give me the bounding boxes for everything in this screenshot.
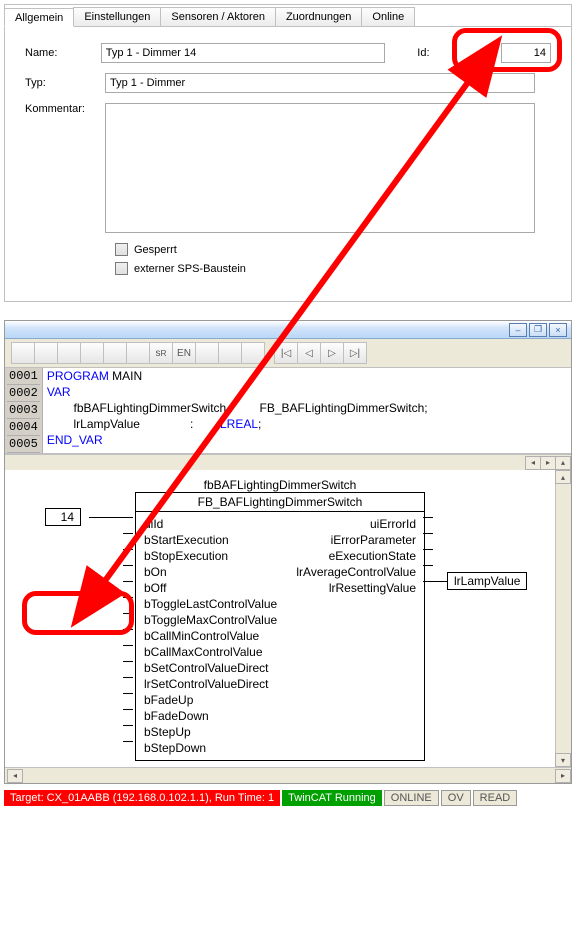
typ-label: Typ: — [25, 77, 105, 89]
decl-scrollbar[interactable]: ◂▸▴ — [5, 454, 571, 470]
diagram-vscroll[interactable]: ▴▾ — [555, 470, 571, 767]
pin-bOff: bOff — [142, 580, 168, 596]
fb-left-pins: uiId bStartExecution bStopExecution bOn … — [136, 516, 279, 756]
fb-diagram[interactable]: fbBAFLightingDimmerSwitch FB_BAFLighting… — [5, 470, 555, 767]
status-online: ONLINE — [384, 790, 439, 806]
tb-btn-2[interactable] — [34, 342, 58, 364]
tab-strip: Allgemein Einstellungen Sensoren / Aktor… — [5, 5, 571, 27]
name-field[interactable] — [101, 43, 386, 63]
tab-online[interactable]: Online — [361, 7, 415, 26]
ide-titlebar: – ❐ × — [5, 321, 571, 339]
status-ov: OV — [441, 790, 471, 806]
fb-type-name: FB_BAFLightingDimmerSwitch — [136, 493, 424, 512]
pin-iErrorParameter: iErrorParameter — [329, 532, 418, 548]
fb-instance-name: fbBAFLightingDimmerSwitch — [13, 478, 547, 492]
tb-btn-last[interactable]: ▷| — [343, 342, 367, 364]
status-bar: Target: CX_01AABB (192.168.0.102.1.1), R… — [4, 790, 572, 806]
pin-bFadeDown: bFadeDown — [142, 708, 211, 724]
pin-bToggleMaxControlValue: bToggleMaxControlValue — [142, 612, 279, 628]
pin-bStartExecution: bStartExecution — [142, 532, 231, 548]
gesperrt-checkbox[interactable] — [115, 243, 128, 256]
pin-bFadeUp: bFadeUp — [142, 692, 195, 708]
pin-eExecutionState: eExecutionState — [327, 548, 418, 564]
tb-btn-sr[interactable]: sR — [149, 342, 173, 364]
pin-bStepDown: bStepDown — [142, 740, 208, 756]
fb-box: FB_BAFLightingDimmerSwitch uiId bStartEx… — [135, 492, 425, 761]
pin-bCallMinControlValue: bCallMinControlValue — [142, 628, 261, 644]
pin-bToggleLastControlValue: bToggleLastControlValue — [142, 596, 279, 612]
wire-uiId — [89, 517, 133, 518]
pin-bStepUp: bStepUp — [142, 724, 193, 740]
kommentar-field[interactable] — [105, 103, 535, 233]
status-running: TwinCAT Running — [282, 790, 382, 806]
pin-uiErrorId: uiErrorId — [368, 516, 418, 532]
pin-lrResettingValue: lrResettingValue — [327, 580, 418, 596]
status-target: Target: CX_01AABB (192.168.0.102.1.1), R… — [4, 790, 280, 806]
tb-btn-10[interactable] — [218, 342, 242, 364]
lrLampValue-box: lrLampValue — [447, 572, 527, 590]
config-panel: Allgemein Einstellungen Sensoren / Aktor… — [4, 4, 572, 302]
gesperrt-label: Gesperrt — [134, 244, 177, 256]
line-gutter: 0001 0002 0003 0004 0005 — [5, 368, 43, 453]
tb-btn-5[interactable] — [103, 342, 127, 364]
pin-uiId: uiId — [142, 516, 165, 532]
externer-label: externer SPS-Baustein — [134, 263, 246, 275]
pin-lrAverageControlValue: lrAverageControlValue — [294, 564, 418, 580]
tab-einstellungen[interactable]: Einstellungen — [73, 7, 161, 26]
diagram-hscroll[interactable]: ◂▸ — [5, 767, 571, 783]
form-area: Name: Id: Typ: Kommentar: Gesperrt exter… — [5, 27, 571, 301]
tab-sensoren-aktoren[interactable]: Sensoren / Aktoren — [160, 7, 276, 26]
tab-allgemein[interactable]: Allgemein — [4, 8, 74, 27]
uiId-input-const: 14 — [45, 508, 81, 526]
externer-checkbox[interactable] — [115, 262, 128, 275]
lrLampValue-box-wrap: lrLampValue — [447, 572, 527, 590]
tb-btn-en[interactable]: EN — [172, 342, 196, 364]
pin-bOn: bOn — [142, 564, 169, 580]
ide-toolbar: sR EN |◁ ◁ ▷ ▷| — [5, 339, 571, 368]
tb-btn-first[interactable]: |◁ — [274, 342, 298, 364]
tb-btn-1[interactable] — [11, 342, 35, 364]
id-field[interactable] — [501, 43, 551, 63]
tb-btn-4[interactable] — [80, 342, 104, 364]
fb-right-pins: uiErrorId iErrorParameter eExecutionStat… — [294, 516, 424, 756]
tb-btn-11[interactable] — [241, 342, 265, 364]
pin-bSetControlValueDirect: bSetControlValueDirect — [142, 660, 271, 676]
code-text[interactable]: PROGRAM MAIN VAR fbBAFLightingDimmerSwit… — [43, 368, 432, 453]
tb-btn-3[interactable] — [57, 342, 81, 364]
typ-field[interactable] — [105, 73, 535, 93]
name-label: Name: — [25, 47, 101, 59]
ide-panel: – ❐ × sR EN |◁ ◁ ▷ ▷| 0001 0002 — [4, 320, 572, 784]
minimize-icon[interactable]: – — [509, 323, 527, 337]
tab-zuordnungen[interactable]: Zuordnungen — [275, 7, 362, 26]
tb-btn-6[interactable] — [126, 342, 150, 364]
diagram-area-wrap: fbBAFLightingDimmerSwitch FB_BAFLighting… — [5, 470, 571, 767]
tb-btn-9[interactable] — [195, 342, 219, 364]
restore-icon[interactable]: ❐ — [529, 323, 547, 337]
tb-btn-next[interactable]: ▷ — [320, 342, 344, 364]
close-icon[interactable]: × — [549, 323, 567, 337]
pin-bStopExecution: bStopExecution — [142, 548, 230, 564]
uiId-value-box: 14 — [45, 508, 81, 526]
pin-lrSetControlValueDirect: lrSetControlValueDirect — [142, 676, 271, 692]
tb-btn-prev[interactable]: ◁ — [297, 342, 321, 364]
status-read: READ — [473, 790, 518, 806]
declaration-pane: 0001 0002 0003 0004 0005 PROGRAM MAIN VA… — [5, 368, 571, 454]
pin-bCallMaxControlValue: bCallMaxControlValue — [142, 644, 265, 660]
id-label: Id: — [417, 47, 493, 59]
wire-lrResettingValue — [423, 581, 447, 582]
kommentar-label: Kommentar: — [25, 103, 105, 115]
